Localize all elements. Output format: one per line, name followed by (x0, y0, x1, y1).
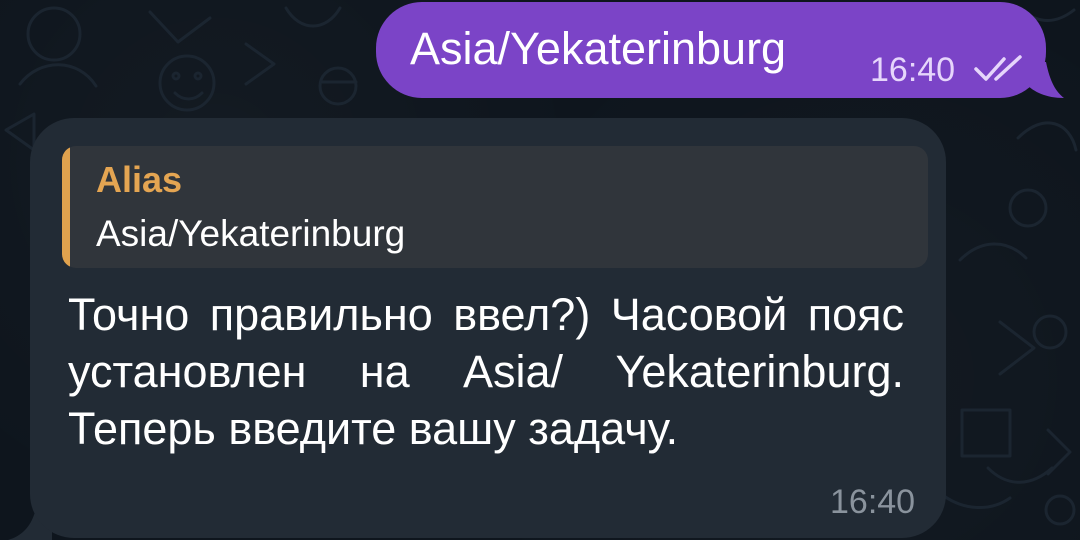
incoming-message-text: Точно правильно ввел?) Часовой пояс уста… (68, 289, 904, 454)
incoming-message-time: 16:40 (830, 483, 916, 521)
reply-preview[interactable]: Alias Asia/Yekaterinburg (62, 146, 928, 268)
outgoing-message-tail (1026, 62, 1064, 98)
reply-author: Alias (96, 159, 183, 200)
outgoing-message-time: 16:40 (870, 51, 956, 89)
outgoing-message-text: Asia/Yekaterinburg (410, 23, 787, 74)
reply-accent-bar (62, 146, 70, 268)
reply-text: Asia/Yekaterinburg (96, 213, 406, 254)
double-check-icon (974, 55, 1022, 81)
